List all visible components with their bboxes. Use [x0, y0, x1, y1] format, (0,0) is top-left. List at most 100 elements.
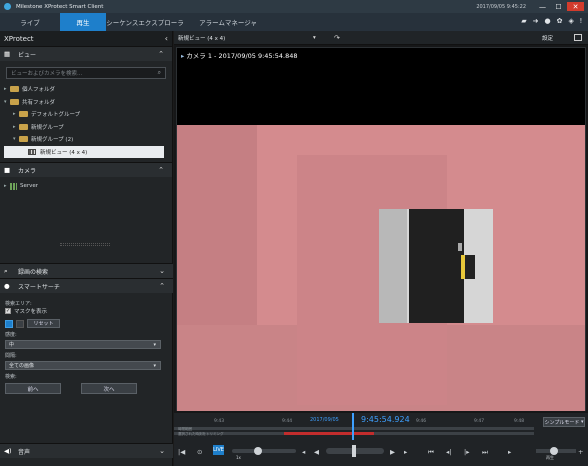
- tab-alarm-manager[interactable]: アラームマネージャ: [184, 13, 272, 31]
- chevron-down-icon[interactable]: ⌄: [159, 267, 165, 275]
- tree-item-new-group-2[interactable]: ▾ 新規グループ (2): [4, 133, 172, 146]
- gear-icon[interactable]: ✿: [557, 17, 563, 25]
- search-icon[interactable]: ⌕: [158, 69, 161, 77]
- previous-sequence-icon[interactable]: ⏮: [428, 448, 434, 457]
- camera-video[interactable]: [177, 125, 585, 411]
- cameras-section-header[interactable]: ■ カメラ ⌃: [0, 162, 172, 177]
- simple-mode-button[interactable]: シンプルモード ▾: [543, 417, 585, 427]
- audio-section-title: 音声: [18, 448, 31, 456]
- window-title: Milestone XProtect Smart Client: [16, 3, 104, 10]
- tree-item-label: 新規グループ: [31, 124, 64, 131]
- mask-clear-button[interactable]: [16, 319, 24, 328]
- main-view-area: 新規ビュー (4 x 4) ▾ ↷ 設定 ▸ カメラ 1 - 2017/09/05…: [174, 31, 588, 466]
- audio-section-header[interactable]: ◀) 音声 ⌄: [0, 443, 173, 458]
- play-reverse-icon[interactable]: ◀: [314, 448, 319, 456]
- tree-item-label: 新規ビュー (4 x 4): [40, 149, 88, 156]
- speed-slider-knob[interactable]: [254, 447, 262, 455]
- volume-slider-knob[interactable]: [550, 447, 558, 455]
- next-frame-icon[interactable]: |▸: [464, 448, 469, 456]
- jog-slider-knob[interactable]: [352, 445, 356, 457]
- arrow-icon[interactable]: ➜: [533, 17, 539, 25]
- tab-playback[interactable]: 再生: [60, 13, 106, 31]
- tree-item-private-folder[interactable]: ▸ 個人フォルダ: [4, 83, 172, 96]
- tree-item-server[interactable]: ▸ Server: [4, 180, 172, 193]
- panel-resize-grip[interactable]: [60, 243, 110, 246]
- fullscreen-icon[interactable]: [574, 34, 582, 41]
- view-search-input[interactable]: ビューおよびカメラを検索... ⌕: [6, 67, 166, 79]
- view-name[interactable]: 新規ビュー (4 x 4): [178, 34, 225, 42]
- volume-down-icon[interactable]: ▸: [508, 448, 511, 456]
- views-section-header[interactable]: ▦ ビュー ⌃: [0, 46, 172, 61]
- live-button[interactable]: LIVE: [213, 445, 224, 455]
- step-forward-icon[interactable]: ▸: [404, 448, 407, 456]
- export-section-header[interactable]: ⌕ 録画の検索 ⌄: [0, 263, 173, 278]
- show-mask-checkbox[interactable]: ✓ マスクを表示: [5, 307, 168, 315]
- playback-controls: |◀ ⊙ LIVE 1x ◂ ◀ ▶ ▸ ⏮ ◂| |▸ ⏭ ▸ 再生 +: [174, 443, 588, 461]
- recording-track[interactable]: 選択された時刻をトリミング: [174, 432, 534, 436]
- chevron-up-icon[interactable]: ⌃: [158, 50, 164, 58]
- smart-search-area: ⌕ 録画の検索 ⌄ ● スマートサーチ ⌃ 検索エリア: ✓ マスクを表示 リセ…: [0, 263, 173, 398]
- info-icon[interactable]: ǃ: [580, 17, 582, 25]
- interval-select[interactable]: 全ての画像 ▾: [5, 361, 161, 370]
- smart-search-region[interactable]: [379, 209, 493, 323]
- tick-label: 9:44: [282, 419, 293, 424]
- next-sequence-icon[interactable]: ⏭: [482, 448, 488, 457]
- folder-icon: [19, 136, 28, 143]
- previous-frame-icon[interactable]: ◂|: [446, 448, 451, 456]
- volume-up-icon[interactable]: +: [578, 448, 583, 456]
- folder-icon: [10, 86, 19, 93]
- collapse-panel-icon[interactable]: ‹: [165, 34, 168, 43]
- smart-search-icon: ●: [4, 282, 10, 290]
- tree-item-label: Server: [20, 183, 39, 190]
- tree-item-new-view[interactable]: 新規ビュー (4 x 4): [4, 145, 164, 158]
- time-span-track[interactable]: 時間範囲: [174, 427, 534, 431]
- playhead[interactable]: [352, 413, 354, 440]
- camera-view-tile[interactable]: ▸ カメラ 1 - 2017/09/05 9:45:54.848: [176, 47, 586, 411]
- chevron-down-icon[interactable]: ⌄: [159, 447, 165, 455]
- timeline-date: 2017/09/05: [310, 417, 339, 423]
- setup-button[interactable]: 設定: [542, 34, 553, 42]
- chevron-down-icon: ▾: [153, 362, 156, 369]
- clock-display: 2017/09/05 9:45:22: [476, 3, 526, 10]
- search-prev-button[interactable]: 前へ: [5, 383, 61, 394]
- views-grid-icon: ▦: [4, 50, 11, 58]
- tree-item-new-group[interactable]: ▸ 新規グループ: [4, 121, 172, 134]
- skip-start-icon[interactable]: |◀: [178, 448, 185, 456]
- maximize-button[interactable]: ☐: [551, 2, 566, 11]
- tree-item-label: 個人フォルダ: [22, 87, 56, 94]
- close-button[interactable]: ✕: [567, 2, 584, 11]
- reset-button[interactable]: リセット: [27, 319, 60, 328]
- chevron-up-icon[interactable]: ⌃: [159, 282, 165, 290]
- tree-item-label: 新規グループ (2): [31, 137, 74, 144]
- checkmark-icon[interactable]: ✓: [5, 308, 11, 314]
- help-icon[interactable]: ●: [545, 17, 551, 25]
- tick-label: 9:43: [214, 419, 225, 424]
- step-back-icon[interactable]: ◂: [302, 448, 305, 456]
- smart-search-title: スマートサーチ: [18, 283, 60, 291]
- undo-icon[interactable]: ↷: [334, 34, 340, 42]
- tree-item-default-group[interactable]: ▸ デフォルトグループ: [4, 108, 172, 121]
- jog-slider[interactable]: [326, 445, 384, 457]
- export-section-title: 録画の検索: [18, 268, 49, 276]
- mask-select-button[interactable]: [5, 319, 13, 328]
- mode-button-label: シンプルモード: [544, 419, 580, 426]
- tick-label: 9:48: [514, 419, 525, 424]
- status-icon[interactable]: ◈: [569, 17, 574, 25]
- tab-sequence-explorer[interactable]: シーケンスエクスプローラ: [106, 13, 184, 31]
- search-next-button[interactable]: 次へ: [81, 383, 137, 394]
- volume-slider[interactable]: [536, 447, 576, 455]
- speaker-icon: ◀): [4, 447, 12, 455]
- tab-live[interactable]: ライブ: [0, 13, 60, 31]
- chevron-up-icon[interactable]: ⌃: [158, 166, 164, 174]
- video-door-handle: [458, 243, 462, 251]
- clock-icon[interactable]: ⊙: [197, 448, 202, 456]
- layout-icon[interactable]: ▰: [521, 17, 526, 25]
- sensitivity-select[interactable]: 中 ▾: [5, 340, 161, 349]
- tree-item-shared-folder[interactable]: ▾ 共有フォルダ: [4, 96, 172, 109]
- playback-timeline: 9:43 9:44 9:46 9:47 9:48 2017/09/05 9:45…: [174, 413, 588, 466]
- smart-search-header[interactable]: ● スマートサーチ ⌃: [0, 278, 173, 293]
- play-forward-icon[interactable]: ▶: [390, 448, 395, 456]
- minimize-button[interactable]: —: [535, 2, 550, 11]
- chevron-down-icon[interactable]: ▾: [313, 35, 316, 41]
- speed-slider[interactable]: [232, 447, 296, 455]
